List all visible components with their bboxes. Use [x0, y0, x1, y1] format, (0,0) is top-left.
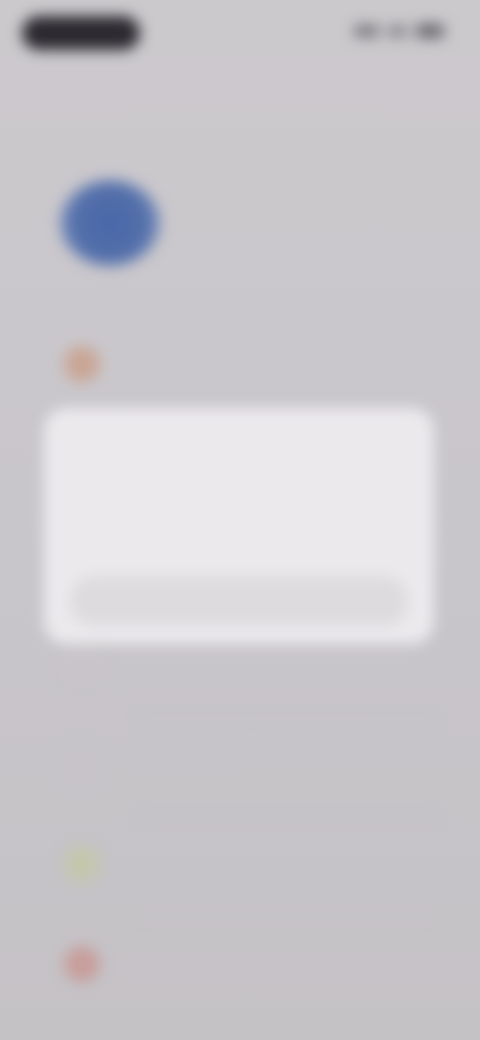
row-divider — [134, 917, 440, 918]
dialog-confirm-button[interactable] — [70, 576, 408, 626]
settings-item-3[interactable] — [50, 834, 440, 918]
signal-icon — [353, 25, 379, 37]
profile-subtitle — [236, 224, 348, 242]
status-bar-time-pill — [22, 16, 140, 50]
battery-icon — [415, 24, 444, 38]
phone-screen — [0, 0, 480, 1040]
profile-name — [236, 196, 360, 218]
alert-dialog — [44, 408, 434, 644]
settings-item-4[interactable] — [50, 934, 440, 994]
back-button[interactable] — [34, 92, 104, 114]
profile-avatar[interactable] — [60, 180, 160, 266]
wifi-icon — [386, 25, 408, 37]
settings-item-icon — [64, 646, 100, 682]
settings-item-icon — [64, 946, 100, 982]
settings-item-2[interactable] — [50, 734, 440, 818]
settings-item-icon — [64, 346, 100, 382]
row-divider — [134, 817, 440, 818]
row-divider — [134, 717, 440, 718]
settings-item-icon — [64, 746, 100, 782]
settings-item-icon — [64, 846, 100, 882]
status-bar-indicators — [353, 22, 444, 40]
blurred-content — [0, 0, 480, 1040]
settings-item-0[interactable] — [50, 334, 440, 394]
